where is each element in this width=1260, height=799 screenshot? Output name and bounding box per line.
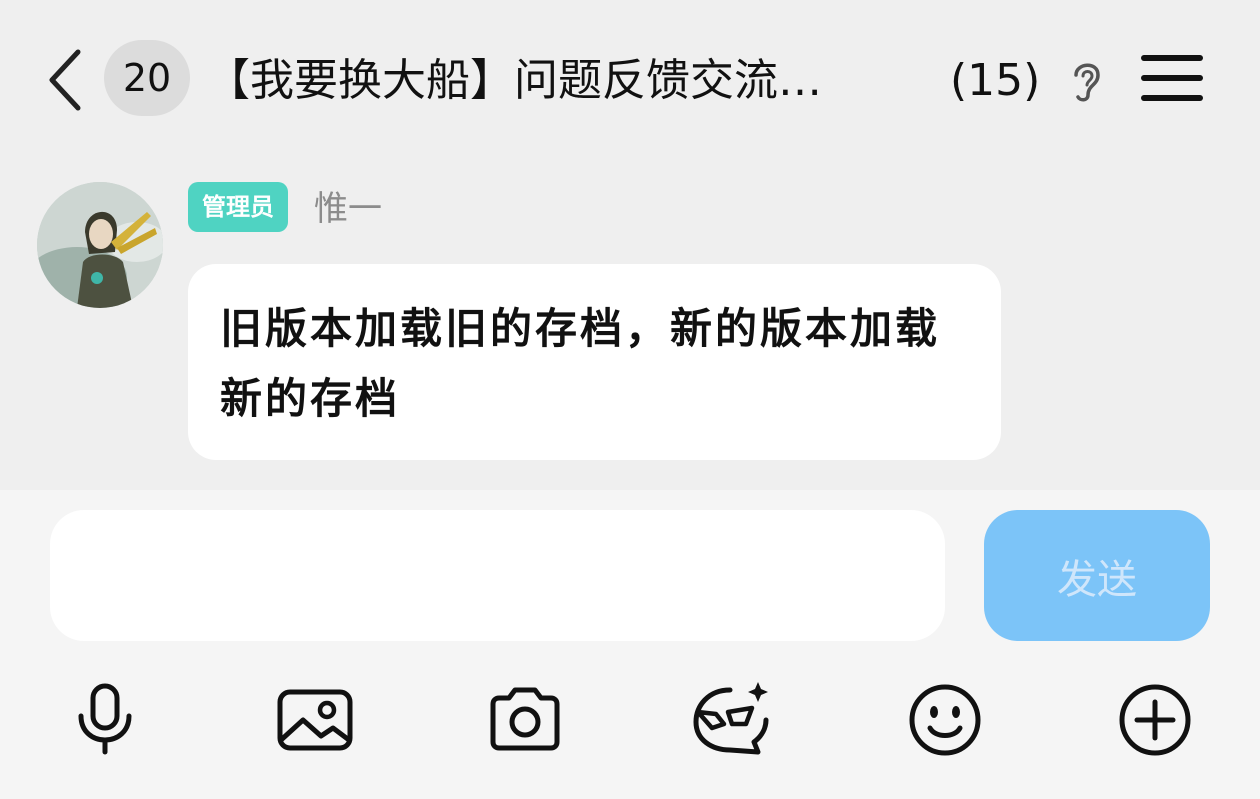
message-row: 管理员 惟一 旧版本加载旧的存档，新的版本加载新的存档 xyxy=(0,160,1260,490)
image-button[interactable] xyxy=(275,680,355,760)
admin-role-badge: 管理员 xyxy=(188,182,288,232)
message-bubble[interactable]: 旧版本加载旧的存档，新的版本加载新的存档 xyxy=(188,264,1001,460)
composer-panel: 发送 xyxy=(0,490,1260,799)
earpiece-mode-button[interactable] xyxy=(1064,55,1108,105)
message-input[interactable] xyxy=(50,510,945,641)
avatar[interactable] xyxy=(37,182,163,308)
avatar-image xyxy=(37,182,163,308)
send-button[interactable]: 发送 xyxy=(984,510,1210,641)
more-button[interactable] xyxy=(1115,680,1195,760)
emoji-icon xyxy=(909,684,981,756)
chat-title[interactable]: 【我要换大船】问题反馈交流… xyxy=(206,50,926,112)
chat-header: 20 【我要换大船】问题反馈交流… (15) xyxy=(0,0,1260,160)
sender-name[interactable]: 惟一 xyxy=(314,184,382,234)
sticker-button[interactable] xyxy=(692,680,772,760)
image-icon xyxy=(277,689,353,751)
menu-button[interactable] xyxy=(1140,52,1204,104)
emoji-button[interactable] xyxy=(905,680,985,760)
plus-icon xyxy=(1119,684,1191,756)
camera-button[interactable] xyxy=(485,680,565,760)
back-button[interactable] xyxy=(40,44,90,116)
microphone-icon xyxy=(78,683,132,755)
unread-count-badge[interactable]: 20 xyxy=(104,40,190,116)
hamburger-icon xyxy=(1141,55,1203,101)
ear-icon xyxy=(1074,63,1100,102)
sticker-icon xyxy=(693,682,769,755)
chevron-left-icon xyxy=(49,49,81,111)
camera-icon xyxy=(490,687,560,751)
voice-button[interactable] xyxy=(65,680,145,760)
member-count: (15) xyxy=(950,55,1041,106)
